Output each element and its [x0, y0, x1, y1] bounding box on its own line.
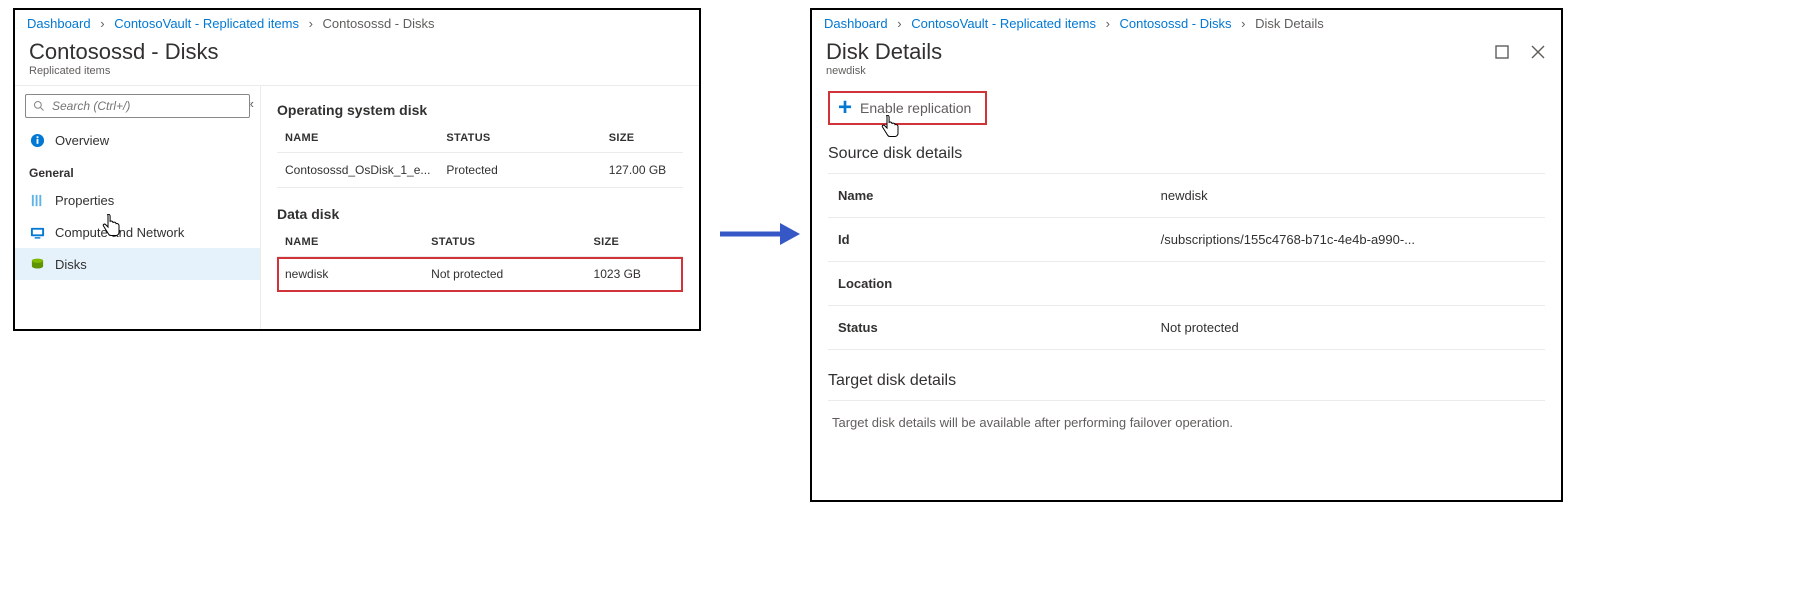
- breadcrumb-vault[interactable]: ContosoVault - Replicated items: [114, 16, 299, 31]
- chevron-right-icon: ›: [897, 16, 901, 31]
- kv-key: Id: [828, 218, 1151, 262]
- col-status[interactable]: STATUS: [438, 124, 600, 153]
- col-name[interactable]: NAME: [277, 124, 438, 153]
- sidebar-heading-general: General: [15, 156, 260, 184]
- cell-size: 1023 GB: [586, 257, 683, 292]
- table-row-newdisk[interactable]: newdisk Not protected 1023 GB: [277, 257, 683, 292]
- breadcrumb: Dashboard › ContosoVault - Replicated it…: [812, 10, 1561, 35]
- arrow-right-icon: [718, 220, 802, 251]
- kv-value: [1151, 262, 1545, 306]
- kv-key: Status: [828, 306, 1151, 350]
- restore-window-icon[interactable]: [1493, 43, 1511, 61]
- page-subtitle: newdisk: [826, 65, 1547, 77]
- cell-size: 127.00 GB: [601, 153, 683, 188]
- data-disk-table: NAME STATUS SIZE newdisk Not protected 1…: [277, 228, 683, 292]
- info-icon: [29, 132, 45, 148]
- kv-row-name: Name newdisk: [828, 174, 1545, 218]
- col-size[interactable]: SIZE: [601, 124, 683, 153]
- cell-status: Not protected: [423, 257, 585, 292]
- disks-blade: Dashboard › ContosoVault - Replicated it…: [13, 8, 701, 331]
- sidebar-item-label: Compute and Network: [55, 225, 184, 240]
- source-properties-table: Name newdisk Id /subscriptions/155c4768-…: [828, 173, 1545, 350]
- col-size[interactable]: SIZE: [586, 228, 683, 257]
- search-icon: [33, 100, 45, 115]
- breadcrumb: Dashboard › ContosoVault - Replicated it…: [15, 10, 699, 35]
- disk-details-blade: Dashboard › ContosoVault - Replicated it…: [810, 8, 1563, 502]
- enable-replication-label: Enable replication: [860, 100, 971, 116]
- breadcrumb-dashboard[interactable]: Dashboard: [824, 16, 888, 31]
- cell-name: Contosossd_OsDisk_1_e...: [277, 153, 438, 188]
- sidebar-item-label: Properties: [55, 193, 114, 208]
- target-disk-heading: Target disk details: [828, 372, 1545, 390]
- kv-row-id: Id /subscriptions/155c4768-b71c-4e4b-a99…: [828, 218, 1545, 262]
- sidebar: « Overview General Properties: [15, 86, 261, 329]
- title-block: Disk Details newdisk: [812, 35, 1561, 85]
- breadcrumb-dashboard[interactable]: Dashboard: [27, 16, 91, 31]
- title-block: Contosossd - Disks Replicated items: [15, 35, 699, 85]
- enable-replication-highlight: + Enable replication: [828, 91, 987, 125]
- properties-icon: [29, 192, 45, 208]
- data-disk-heading: Data disk: [277, 206, 683, 222]
- chevron-right-icon: ›: [309, 16, 313, 31]
- compute-icon: [29, 224, 45, 240]
- sidebar-item-compute-network[interactable]: Compute and Network: [15, 216, 260, 248]
- kv-key: Name: [828, 174, 1151, 218]
- table-row[interactable]: Contosossd_OsDisk_1_e... Protected 127.0…: [277, 153, 683, 188]
- chevron-right-icon: ›: [1106, 16, 1110, 31]
- sidebar-item-properties[interactable]: Properties: [15, 184, 260, 216]
- sidebar-item-overview[interactable]: Overview: [15, 124, 260, 156]
- disks-icon: [29, 256, 45, 272]
- main-content: Operating system disk NAME STATUS SIZE C…: [261, 86, 699, 329]
- kv-value: Not protected: [1151, 306, 1545, 350]
- col-status[interactable]: STATUS: [423, 228, 585, 257]
- plus-icon: +: [838, 99, 852, 117]
- kv-key: Location: [828, 262, 1151, 306]
- breadcrumb-disks[interactable]: Contosossd - Disks: [1120, 16, 1232, 31]
- search-input[interactable]: [25, 94, 250, 118]
- kv-row-status: Status Not protected: [828, 306, 1545, 350]
- chevron-right-icon: ›: [100, 16, 104, 31]
- os-disk-heading: Operating system disk: [277, 102, 683, 118]
- close-icon[interactable]: [1529, 43, 1547, 61]
- breadcrumb-current: Disk Details: [1255, 16, 1324, 31]
- page-title: Contosossd - Disks: [29, 39, 685, 65]
- sidebar-item-label: Disks: [55, 257, 87, 272]
- cell-status: Protected: [438, 153, 600, 188]
- enable-replication-button[interactable]: + Enable replication: [838, 99, 971, 117]
- kv-value: /subscriptions/155c4768-b71c-4e4b-a990-.…: [1151, 218, 1545, 262]
- chevron-right-icon: ›: [1241, 16, 1245, 31]
- kv-value: newdisk: [1151, 174, 1545, 218]
- sidebar-item-label: Overview: [55, 133, 109, 148]
- col-name[interactable]: NAME: [277, 228, 423, 257]
- sidebar-item-disks[interactable]: Disks: [15, 248, 260, 280]
- page-title: Disk Details: [826, 39, 1547, 65]
- kv-row-location: Location: [828, 262, 1545, 306]
- breadcrumb-current: Contosossd - Disks: [323, 16, 435, 31]
- cell-name: newdisk: [277, 257, 423, 292]
- source-disk-heading: Source disk details: [828, 145, 1545, 163]
- target-note: Target disk details will be available af…: [828, 400, 1545, 430]
- breadcrumb-vault[interactable]: ContosoVault - Replicated items: [911, 16, 1096, 31]
- os-disk-table: NAME STATUS SIZE Contosossd_OsDisk_1_e..…: [277, 124, 683, 188]
- page-subtitle: Replicated items: [29, 65, 685, 77]
